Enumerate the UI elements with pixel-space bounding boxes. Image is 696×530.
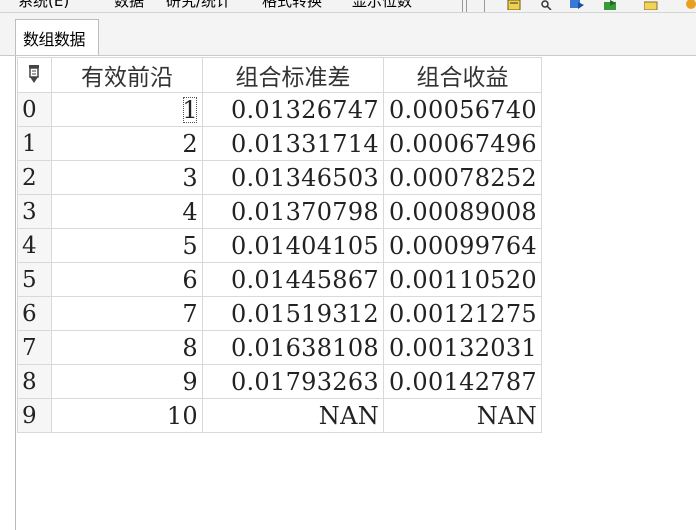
row-index[interactable]: 6 bbox=[17, 296, 52, 331]
panel-left-border bbox=[15, 56, 16, 530]
row-index[interactable]: 0 bbox=[17, 92, 52, 127]
data-grid[interactable]: 有效前沿 组合标准差 组合收益 0 1 0.01326747 0.0005674… bbox=[17, 57, 542, 433]
table-row: 8 9 0.01793263 0.00142787 bbox=[17, 364, 542, 399]
menu-data[interactable]: 数据 bbox=[114, 0, 144, 11]
table-cell[interactable]: 5 bbox=[51, 228, 203, 263]
table-cell[interactable]: 6 bbox=[51, 262, 203, 297]
table-cell[interactable]: 2 bbox=[51, 126, 203, 161]
table-cell[interactable]: 0.00132031 bbox=[383, 330, 542, 365]
table-cell[interactable]: 0.01346503 bbox=[202, 160, 384, 195]
file-icon[interactable] bbox=[507, 0, 521, 10]
table-row: 2 3 0.01346503 0.00078252 bbox=[17, 160, 542, 195]
toolbar-separator bbox=[462, 0, 463, 12]
table-cell[interactable]: 0.00089008 bbox=[383, 194, 542, 229]
row-index[interactable]: 5 bbox=[17, 262, 52, 297]
column-header-efficient-frontier[interactable]: 有效前沿 bbox=[51, 57, 203, 93]
grid-corner[interactable] bbox=[17, 57, 52, 93]
table-cell[interactable]: 0.00056740 bbox=[383, 92, 542, 127]
table-row: 4 5 0.01404105 0.00099764 bbox=[17, 228, 542, 263]
menu-display-digits[interactable]: 显示位数 bbox=[352, 0, 412, 11]
table-cell[interactable]: 0.01404105 bbox=[202, 228, 384, 263]
menu-format-convert[interactable]: 格式转换 bbox=[262, 0, 322, 11]
menu-bar: 系统(E) 数据 研究/统计 格式转换 显示位数 bbox=[0, 0, 696, 13]
table-cell[interactable]: 8 bbox=[51, 330, 203, 365]
menu-system[interactable]: 系统(E) bbox=[18, 0, 69, 11]
table-cell[interactable]: 3 bbox=[51, 160, 203, 195]
table-row: 6 7 0.01519312 0.00121275 bbox=[17, 296, 542, 331]
table-row: 3 4 0.01370798 0.00089008 bbox=[17, 194, 542, 229]
table-cell[interactable]: 0.00110520 bbox=[383, 262, 542, 297]
row-index[interactable]: 3 bbox=[17, 194, 52, 229]
header-row: 有效前沿 组合标准差 组合收益 bbox=[17, 57, 542, 93]
table-cell[interactable]: 0.00067496 bbox=[383, 126, 542, 161]
table-cell[interactable]: 9 bbox=[51, 364, 203, 399]
row-index[interactable]: 1 bbox=[17, 126, 52, 161]
table-cell[interactable]: 0.00121275 bbox=[383, 296, 542, 331]
table-cell[interactable]: NAN bbox=[383, 398, 542, 433]
tab-array-data[interactable]: 数组数据 bbox=[15, 19, 99, 55]
column-header-portfolio-std[interactable]: 组合标准差 bbox=[202, 57, 384, 93]
table-cell[interactable]: 0.01331714 bbox=[202, 126, 384, 161]
table-cell[interactable]: 10 bbox=[51, 398, 203, 433]
table-cell[interactable]: 0.00099764 bbox=[383, 228, 542, 263]
table-cell[interactable]: NAN bbox=[202, 398, 384, 433]
tab-strip bbox=[0, 13, 696, 55]
export-icon[interactable] bbox=[604, 0, 618, 10]
table-cell[interactable]: 0.00142787 bbox=[383, 364, 542, 399]
table-cell-focused[interactable]: 1 bbox=[182, 96, 198, 124]
row-index[interactable]: 2 bbox=[17, 160, 52, 195]
table-row: 5 6 0.01445867 0.00110520 bbox=[17, 262, 542, 297]
pencil-icon bbox=[29, 65, 39, 83]
arrow-right-icon[interactable] bbox=[570, 0, 584, 10]
table-cell[interactable]: 0.00078252 bbox=[383, 160, 542, 195]
row-index[interactable]: 8 bbox=[17, 364, 52, 399]
table-row: 1 2 0.01331714 0.00067496 bbox=[17, 126, 542, 161]
folder-icon[interactable] bbox=[644, 0, 658, 10]
table-cell[interactable]: 0.01326747 bbox=[202, 92, 384, 127]
table-cell[interactable]: 0.01370798 bbox=[202, 194, 384, 229]
tab-label: 数组数据 bbox=[23, 30, 86, 49]
table-cell[interactable]: 4 bbox=[51, 194, 203, 229]
table-row: 0 1 0.01326747 0.00056740 bbox=[17, 92, 542, 127]
table-cell[interactable]: 0.01638108 bbox=[202, 330, 384, 365]
menu-research-stats[interactable]: 研究/统计 bbox=[166, 0, 231, 11]
table-row: 9 10 NAN NAN bbox=[17, 398, 542, 433]
table-row: 7 8 0.01638108 0.00132031 bbox=[17, 330, 542, 365]
tab-strip-divider bbox=[0, 55, 696, 56]
column-header-portfolio-return[interactable]: 组合收益 bbox=[383, 57, 542, 93]
table-cell[interactable]: 0.01445867 bbox=[202, 262, 384, 297]
row-index[interactable]: 7 bbox=[17, 330, 52, 365]
toolbar-separator bbox=[466, 0, 467, 12]
row-index[interactable]: 4 bbox=[17, 228, 52, 263]
table-cell[interactable]: 0.01519312 bbox=[202, 296, 384, 331]
globe-icon[interactable] bbox=[684, 0, 696, 10]
table-cell[interactable]: 7 bbox=[51, 296, 203, 331]
key-icon[interactable] bbox=[540, 0, 554, 10]
row-index[interactable]: 9 bbox=[17, 398, 52, 433]
toolbar-separator bbox=[484, 0, 485, 12]
table-cell[interactable]: 0.01793263 bbox=[202, 364, 384, 399]
